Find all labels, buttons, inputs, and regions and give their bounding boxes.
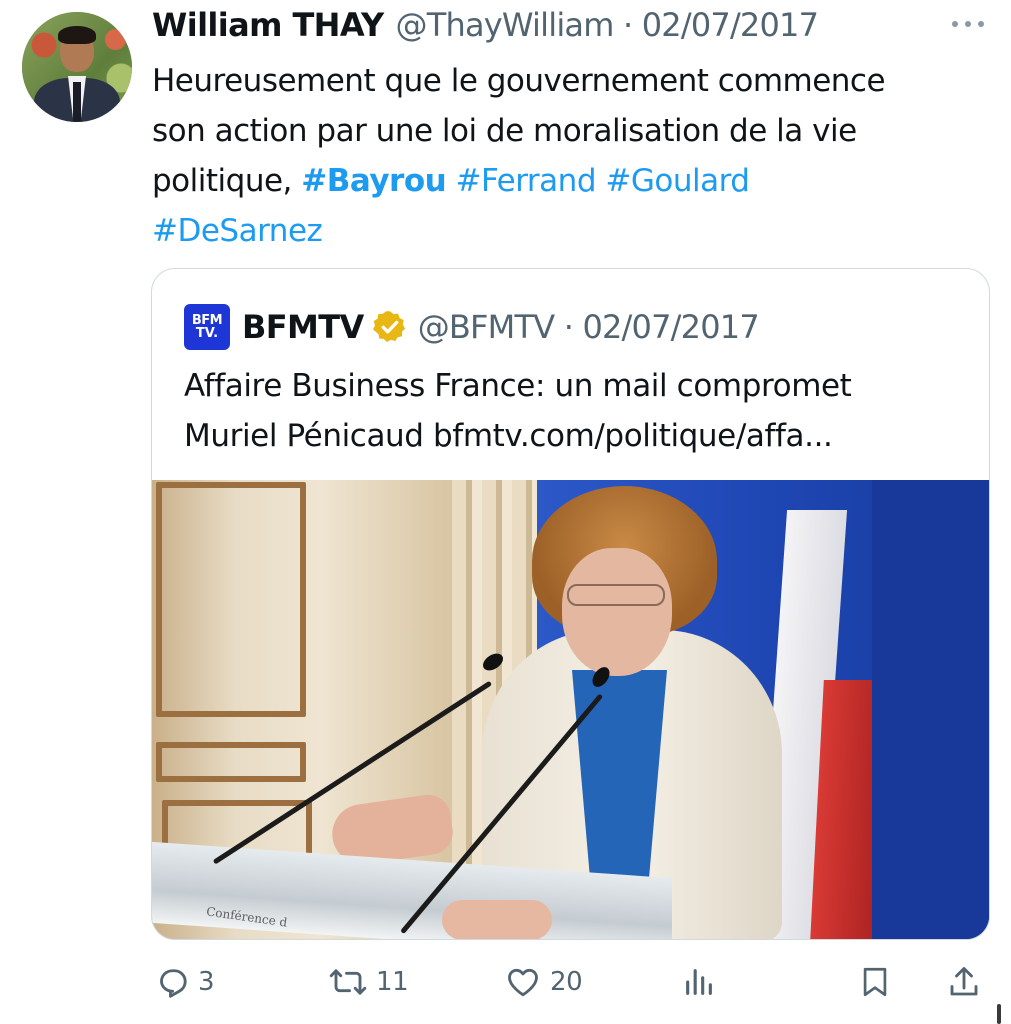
reply-button[interactable]: 3 xyxy=(154,956,215,1008)
views-button[interactable] xyxy=(682,956,716,1008)
tweet-text-line: Heureusement que le gouvernement commenc… xyxy=(152,63,886,99)
author-meta: @ThayWilliam · 02/07/2017 xyxy=(396,6,819,44)
tweet-date[interactable]: 02/07/2017 xyxy=(642,6,819,44)
share-icon xyxy=(946,963,982,1001)
meta-separator: · xyxy=(563,308,574,346)
photo-wall-panel xyxy=(156,482,306,717)
avatar-hair xyxy=(58,26,96,44)
quoted-author-handle[interactable]: @BFMTV xyxy=(418,308,555,346)
quoted-tweet-photo[interactable]: Conférence d xyxy=(152,480,989,939)
share-button[interactable] xyxy=(946,956,982,1008)
heart-icon xyxy=(504,964,542,1000)
quoted-text-line: Affaire Business France: un mail comprom… xyxy=(184,368,852,404)
logo-text-bottom: TV. xyxy=(195,326,219,341)
author-handle[interactable]: @ThayWilliam xyxy=(396,6,615,44)
more-dot xyxy=(952,21,958,27)
photo-person-face xyxy=(562,548,672,676)
avatar-tie xyxy=(73,82,81,122)
tweet-text-line: son action par une loi de moralisation d… xyxy=(152,113,857,149)
tweet-header: William THAY @ThayWilliam · 02/07/2017 xyxy=(152,6,819,50)
tweet-text-fragment: politique, xyxy=(152,163,292,199)
quoted-tweet-header: BFM TV. BFMTV @BFMTV · 02/07/2017 xyxy=(184,304,760,350)
bookmark-button[interactable] xyxy=(858,956,892,1008)
quoted-tweet-card[interactable]: BFM TV. BFMTV @BFMTV · 02/07/2017 Affair… xyxy=(151,268,990,940)
quoted-author-name[interactable]: BFMTV xyxy=(242,308,364,346)
more-dot xyxy=(978,21,984,27)
meta-separator: · xyxy=(622,6,633,44)
retweet-icon xyxy=(328,964,368,1000)
hashtag-link[interactable]: #DeSarnez xyxy=(152,213,323,249)
tweet-actions: 3 11 20 xyxy=(0,956,1011,1008)
reply-count: 3 xyxy=(198,967,215,997)
retweet-button[interactable]: 11 xyxy=(328,956,409,1008)
views-icon xyxy=(682,964,716,1000)
author-avatar[interactable] xyxy=(22,12,132,122)
like-button[interactable]: 20 xyxy=(504,956,583,1008)
quoted-tweet-date[interactable]: 02/07/2017 xyxy=(582,308,759,346)
author-name[interactable]: William THAY xyxy=(152,6,384,44)
bookmark-icon xyxy=(858,963,892,1001)
like-count: 20 xyxy=(550,967,583,997)
quoted-meta: @BFMTV · 02/07/2017 xyxy=(418,308,760,346)
reply-icon xyxy=(154,964,190,1000)
retweet-count: 11 xyxy=(376,967,409,997)
photo-person-hand xyxy=(442,900,552,939)
quoted-text-line[interactable]: Muriel Pénicaud bfmtv.com/politique/affa… xyxy=(184,411,974,461)
more-dot xyxy=(965,21,971,27)
tweet-text: Heureusement que le gouvernement commenc… xyxy=(152,56,982,256)
tweet[interactable]: William THAY @ThayWilliam · 02/07/2017 H… xyxy=(0,0,1011,1024)
photo-flag-blue xyxy=(872,480,989,939)
verified-badge-icon xyxy=(372,309,408,345)
bfmtv-avatar-logo[interactable]: BFM TV. xyxy=(184,304,230,350)
more-icon[interactable] xyxy=(950,12,986,36)
quoted-tweet-text: Affaire Business France: un mail comprom… xyxy=(184,361,974,461)
photo-wall-panel xyxy=(156,742,306,782)
tweet-text-line: #DeSarnez xyxy=(152,206,982,256)
hashtag-link[interactable]: #Ferrand xyxy=(456,163,597,199)
hashtag-link[interactable]: #Bayrou xyxy=(301,163,446,199)
scroll-indicator[interactable] xyxy=(997,1004,1001,1024)
photo-person-glasses xyxy=(567,584,665,606)
hashtag-link[interactable]: #Goulard xyxy=(605,163,750,199)
tweet-text-line: politique, #Bayrou #Ferrand #Goulard xyxy=(152,156,982,206)
